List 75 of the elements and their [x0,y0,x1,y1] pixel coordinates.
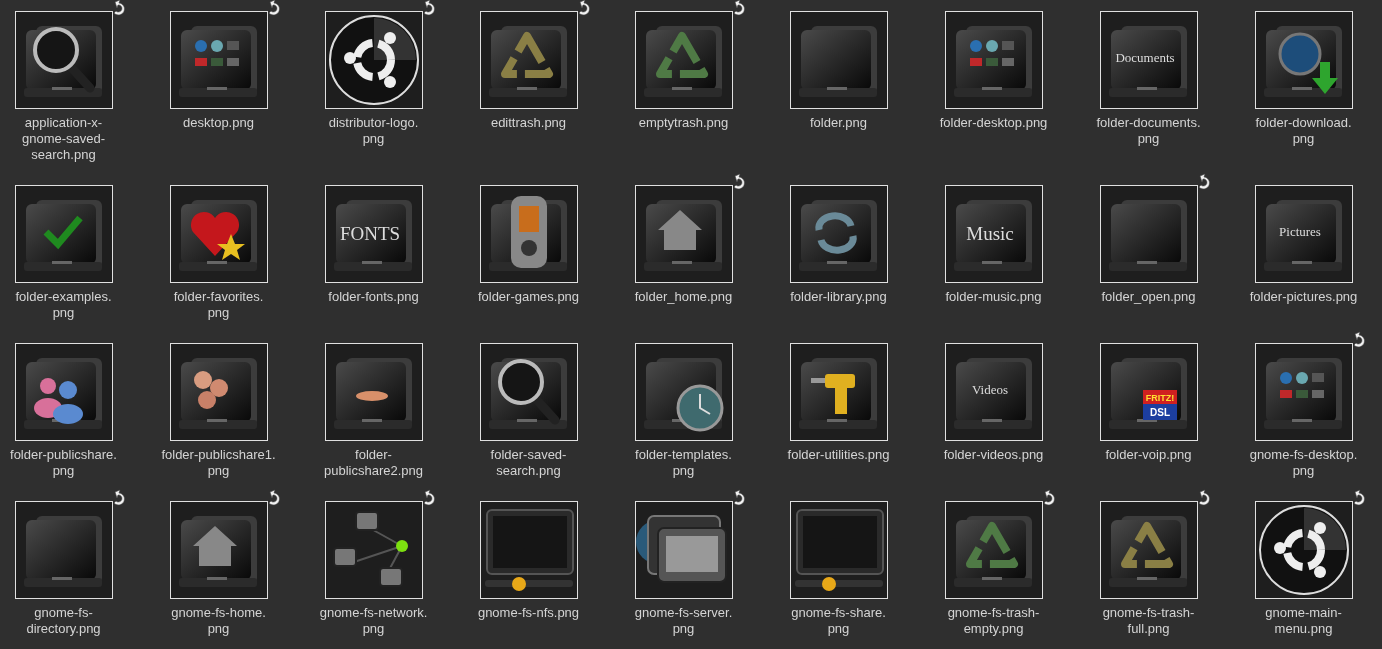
icon-label-text: FONTS [339,223,400,244]
recycle-folder-icon[interactable] [634,11,733,109]
house-folder-icon[interactable] [634,185,733,283]
house-folder-icon[interactable] [169,501,268,599]
file-name[interactable]: folder-videos.png [943,447,1044,463]
file-name[interactable]: folder-examples. png [15,289,112,321]
magnifier-folder-icon[interactable] [479,343,578,441]
file-name[interactable]: folder-favorites. png [173,289,264,321]
labelled-folder-icon[interactable]: Music [944,185,1043,283]
monitor-icon[interactable] [789,501,888,599]
file-name[interactable]: folder_home.png [634,289,733,305]
file-name[interactable]: folder-templates. png [635,447,732,479]
file-name[interactable]: gnome-fs-nfs.png [477,605,580,621]
icon-label-text: Music [965,223,1014,244]
icon-label-text: Pictures [1278,224,1321,239]
folder-icon[interactable] [1099,185,1198,283]
file-name[interactable]: folder-fonts.png [328,289,419,305]
file-name[interactable]: folder-saved- search.png [490,447,567,479]
media-player-folder-icon[interactable] [479,185,578,283]
drill-folder-icon[interactable] [789,343,888,441]
file-name[interactable]: gnome-fs-trash- empty.png [947,605,1040,637]
file-name[interactable]: application-x- gnome-saved- search.png [21,115,106,163]
file-name[interactable]: gnome-fs-home. png [171,605,266,637]
file-name[interactable]: gnome-fs-share. png [791,605,886,637]
file-name[interactable]: edittrash.png [490,115,567,131]
people-folder-icon[interactable] [14,343,113,441]
file-name[interactable]: folder-publicshare. png [10,447,117,479]
icon-label-text: Videos [971,382,1008,397]
monitor-icon[interactable] [479,501,578,599]
checkmark-folder-icon[interactable] [14,185,113,283]
file-name[interactable]: folder_open.png [1101,289,1196,305]
desktop-folder-icon[interactable] [1254,343,1353,441]
file-name[interactable]: folder-games.png [477,289,580,305]
download-folder-icon[interactable] [1254,11,1353,109]
labelled-folder-icon[interactable]: Pictures [1254,185,1353,283]
monitors-icon[interactable] [634,501,733,599]
labelled-folder-icon[interactable]: FONTS [324,185,423,283]
network-icon[interactable] [324,501,423,599]
file-name[interactable]: gnome-fs- directory.png [26,605,101,637]
file-name[interactable]: distributor-logo. png [328,115,419,147]
magnifier-folder-icon[interactable] [14,11,113,109]
labelled-folder-icon[interactable]: Documents [1099,11,1198,109]
file-name[interactable]: folder.png [809,115,868,131]
file-name[interactable]: folder-utilities.png [787,447,890,463]
file-name[interactable]: gnome-fs-network. png [319,605,428,637]
file-name[interactable]: gnome-main- menu.png [1265,605,1342,637]
icon-label-text: Documents [1114,50,1175,65]
file-name[interactable]: folder-pictures.png [1249,289,1358,305]
labelled-folder-icon[interactable]: Videos [944,343,1043,441]
clock-folder-icon[interactable] [634,343,733,441]
file-name[interactable]: folder-music.png [945,289,1042,305]
file-name[interactable]: folder- publicshare2.png [324,447,423,479]
modem-folder-icon[interactable]: FRITZ! DSL [1099,343,1198,441]
icon-label-text: DSL [1149,407,1170,418]
file-name[interactable]: folder-voip.png [1105,447,1192,463]
desktop-folder-icon[interactable] [169,11,268,109]
file-name[interactable]: folder-publicshare1. png [161,447,276,479]
icon-label-text: FRITZ! [1145,393,1174,403]
recycle-folder-icon[interactable] [944,501,1043,599]
recycle-folder-icon[interactable] [1099,501,1198,599]
file-name[interactable]: gnome-fs-desktop. png [1249,447,1358,479]
folder-icon[interactable] [14,501,113,599]
file-name[interactable]: folder-download. png [1255,115,1352,147]
arrows-folder-icon[interactable] [789,185,888,283]
file-name[interactable]: folder-documents. png [1096,115,1201,147]
file-name[interactable]: gnome-fs-trash- full.png [1102,605,1195,637]
file-name[interactable]: emptytrash.png [638,115,729,131]
desktop-folder-icon[interactable] [944,11,1043,109]
heart-folder-icon[interactable] [169,185,268,283]
file-name[interactable]: gnome-fs-server. png [634,605,733,637]
file-name[interactable]: desktop.png [183,115,254,131]
recycle-folder-icon[interactable] [479,11,578,109]
file-name[interactable]: folder-desktop.png [939,115,1048,131]
folder-icon[interactable] [789,11,888,109]
file-name[interactable]: folder-library.png [790,289,887,305]
